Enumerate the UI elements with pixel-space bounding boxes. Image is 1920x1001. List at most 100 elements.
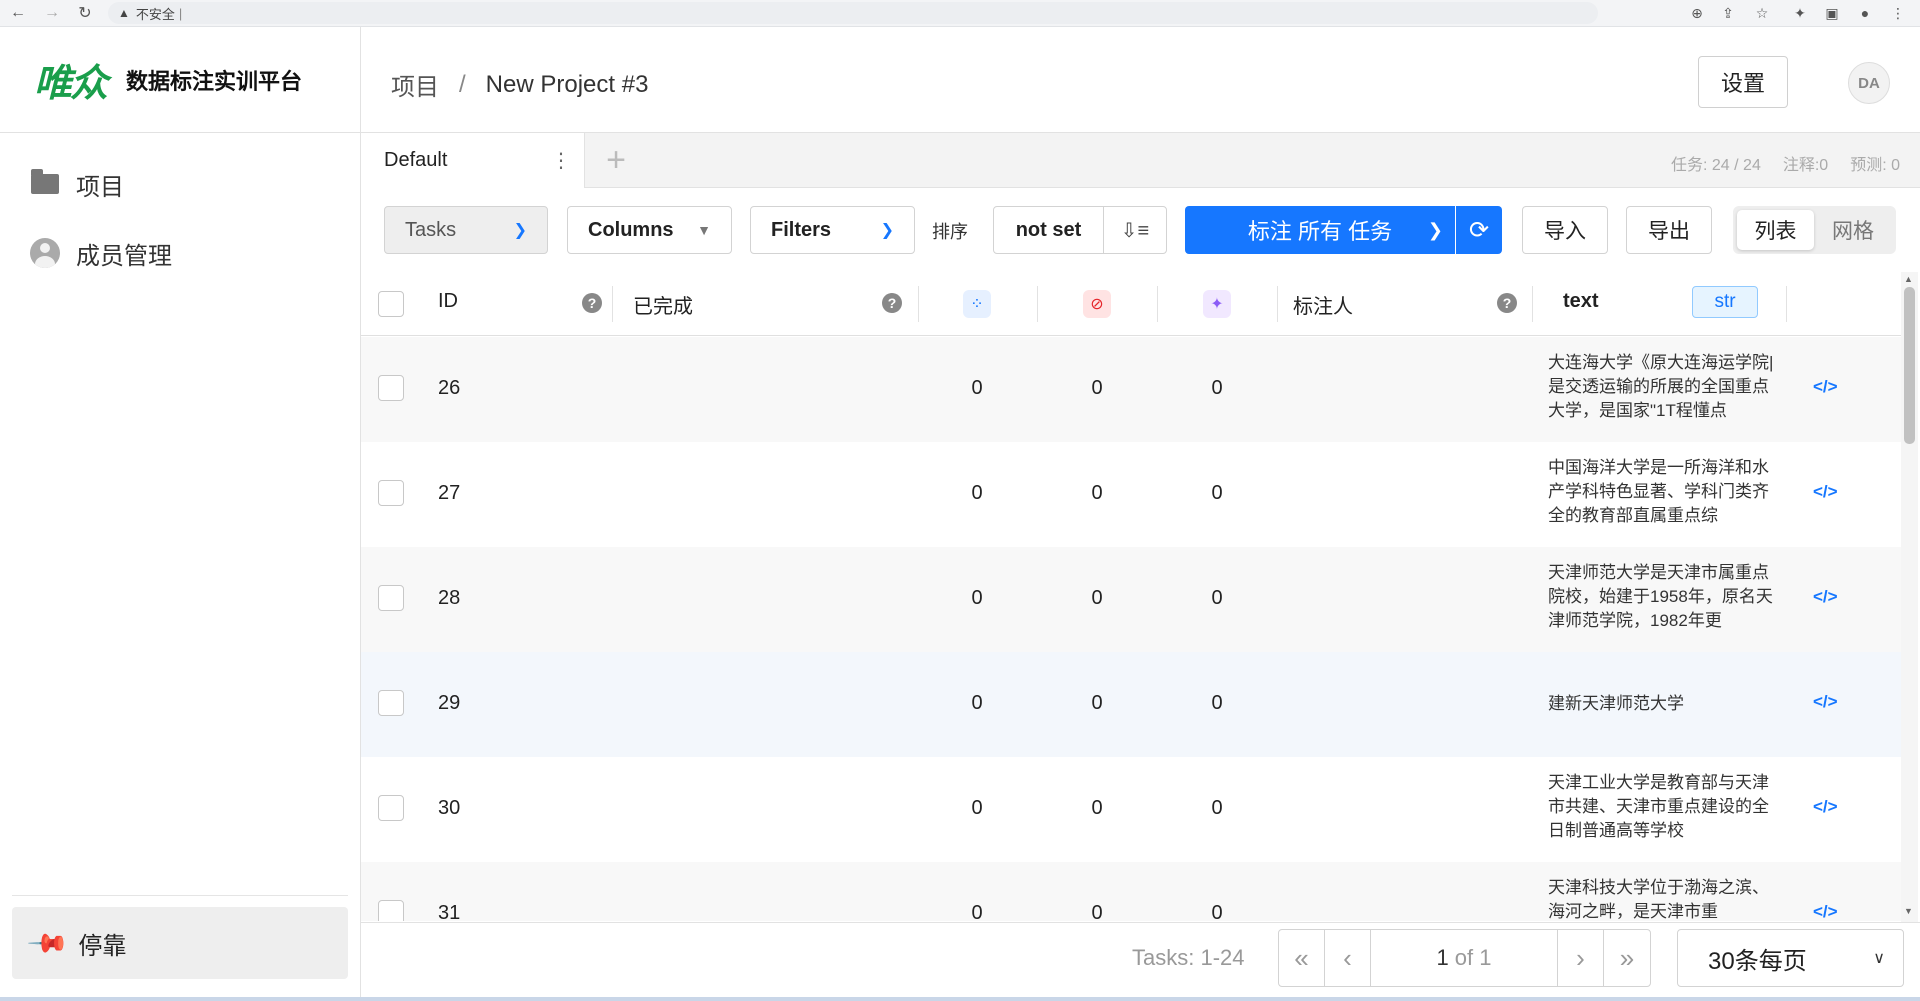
tab-menu-icon[interactable]: ⋮ <box>551 148 571 172</box>
page-size-select[interactable]: 30条每页 ∨ <box>1677 929 1904 987</box>
row-checkbox[interactable] <box>378 375 404 401</box>
address-bar[interactable]: ▲ 不安全 | <box>108 2 1598 24</box>
address-text: | <box>178 5 183 21</box>
logo-text: 数据标注实训平台 <box>126 68 303 94</box>
table-row[interactable]: 30 0 0 0 天津工业大学是教育部与天津市共建、天津市重点建设的全日制普通高… <box>361 757 1901 862</box>
view-grid-button[interactable]: 网格 <box>1814 210 1892 250</box>
task-id: 31 <box>438 902 461 921</box>
task-text: 大连海大学《原大连海运学院|是交透运输的所展的全国重点大学，是国家"1T程懂点 <box>1548 353 1774 420</box>
help-icon[interactable]: ? <box>1497 293 1517 313</box>
task-text: 天津工业大学是教育部与天津市共建、天津市重点建设的全日制普通高等学校 <box>1548 773 1769 840</box>
column-annotator[interactable]: 标注人 <box>1293 290 1353 319</box>
cancelled-icon[interactable]: ⊘ <box>1083 290 1111 318</box>
row-checkbox[interactable] <box>378 585 404 611</box>
code-icon[interactable]: </> <box>1813 587 1838 607</box>
page-indicator[interactable]: 1 of 1 <box>1371 930 1558 986</box>
columns-label: Columns <box>588 218 674 241</box>
project-title: New Project #3 <box>485 70 649 98</box>
profile-icon[interactable]: ● <box>1855 3 1875 23</box>
breadcrumb-projects[interactable]: 项目 <box>391 67 439 102</box>
page-total: of 1 <box>1454 945 1492 970</box>
table-row[interactable]: 27 0 0 0 中国海洋大学是一所海洋和水产学科特色显著、学科门类齐全的教育部… <box>361 442 1901 547</box>
help-icon[interactable]: ? <box>582 293 602 313</box>
refresh-icon[interactable]: ⟳ <box>1456 206 1502 254</box>
avatar[interactable]: DA <box>1848 62 1890 104</box>
last-page-icon[interactable]: » <box>1604 930 1650 986</box>
total-annotations-value: 0 <box>971 587 983 609</box>
table-row[interactable]: 28 0 0 0 天津师范大学是天津市属重点院校，始建于1958年，原名天津师范… <box>361 547 1901 652</box>
columns-dropdown[interactable]: Columns ▼ <box>567 206 732 254</box>
row-checkbox[interactable] <box>378 900 404 921</box>
code-icon[interactable]: </> <box>1813 692 1838 712</box>
sort-order-icon[interactable]: ⇩≡ <box>1104 207 1166 253</box>
page-current: 1 <box>1436 945 1449 970</box>
sidepanel-icon[interactable]: ▣ <box>1822 3 1842 23</box>
predictions-sparkle-icon[interactable]: ✦ <box>1203 290 1231 318</box>
reload-icon[interactable]: ↻ <box>75 3 95 23</box>
sort-select[interactable]: not set <box>994 207 1104 253</box>
tab-label: Default <box>384 149 448 171</box>
predictions-value: 0 <box>1211 377 1223 399</box>
table-row[interactable]: 26 0 0 0 大连海大学《原大连海运学院|是交透运输的所展的全国重点大学，是… <box>361 337 1901 442</box>
cancelled-value: 0 <box>1091 797 1103 819</box>
import-button[interactable]: 导入 <box>1522 206 1608 254</box>
pin-icon: 📌 <box>26 920 71 965</box>
chevron-down-icon[interactable]: ❯ <box>1428 220 1443 241</box>
tasks-dropdown[interactable]: Tasks ❯ <box>384 206 548 254</box>
total-annotations-value: 0 <box>971 377 983 399</box>
star-icon[interactable]: ☆ <box>1752 3 1772 23</box>
extensions-icon[interactable]: ✦ <box>1790 3 1810 23</box>
predictions-value: 0 <box>1211 902 1223 921</box>
total-annotations-value: 0 <box>971 797 983 819</box>
stat-predictions: 预测: 0 <box>1850 157 1900 174</box>
logo[interactable]: 唯众 数据标注实训平台 <box>0 27 360 133</box>
filters-dropdown[interactable]: Filters ❯ <box>750 206 915 254</box>
table-row[interactable]: 31 0 0 0 天津科技大学位于渤海之滨、海河之畔，是天津市重 </> <box>361 862 1901 921</box>
next-page-icon[interactable]: › <box>1558 930 1604 986</box>
chevron-down-icon: ∨ <box>1873 950 1885 967</box>
first-page-icon[interactable]: « <box>1279 930 1325 986</box>
column-completed[interactable]: 已完成 <box>633 290 693 319</box>
table-row[interactable]: 29 0 0 0 建新天津师范大学 </> <box>361 652 1901 757</box>
prev-page-icon[interactable]: ‹ <box>1325 930 1371 986</box>
task-id: 27 <box>438 482 461 504</box>
back-icon[interactable]: ← <box>8 3 28 23</box>
task-text: 天津科技大学位于渤海之滨、海河之畔，是天津市重 <box>1548 878 1769 921</box>
page-size-value: 30条每页 <box>1708 947 1807 975</box>
task-id: 26 <box>438 377 461 399</box>
dock-button[interactable]: 📌 停靠 <box>12 907 348 979</box>
menu-dots-icon[interactable]: ⋮ <box>1888 3 1908 23</box>
pager: « ‹ 1 of 1 › » <box>1278 929 1651 987</box>
zoom-icon[interactable]: ⊕ <box>1687 3 1707 23</box>
select-all-checkbox[interactable] <box>378 291 404 317</box>
row-checkbox[interactable] <box>378 795 404 821</box>
row-checkbox[interactable] <box>378 480 404 506</box>
sidebar-item-members[interactable]: 成员管理 <box>30 233 172 273</box>
scroll-up-icon[interactable]: ▲ <box>1904 274 1913 284</box>
scrollbar-thumb[interactable] <box>1904 287 1915 444</box>
column-id[interactable]: ID <box>438 290 458 313</box>
forward-icon[interactable]: → <box>42 3 62 23</box>
total-annotations-icon[interactable]: ⁘ <box>963 290 991 318</box>
share-icon[interactable]: ⇪ <box>1718 3 1738 23</box>
stat-annotations: 注释:0 <box>1782 157 1829 174</box>
add-tab-button[interactable]: + <box>599 141 633 179</box>
help-icon[interactable]: ? <box>882 293 902 313</box>
code-icon[interactable]: </> <box>1813 377 1838 397</box>
total-annotations-value: 0 <box>971 902 983 921</box>
code-icon[interactable]: </> <box>1813 482 1838 502</box>
code-icon[interactable]: </> <box>1813 902 1838 921</box>
export-button[interactable]: 导出 <box>1626 206 1712 254</box>
cancelled-value: 0 <box>1091 482 1103 504</box>
scroll-down-icon[interactable]: ▼ <box>1904 906 1913 916</box>
settings-button[interactable]: 设置 <box>1698 56 1788 108</box>
sidebar-item-projects[interactable]: 项目 <box>30 164 124 204</box>
code-icon[interactable]: </> <box>1813 797 1838 817</box>
sidebar: 唯众 数据标注实训平台 项目 成员管理 📌 停靠 <box>0 27 361 997</box>
column-text[interactable]: text <box>1563 290 1599 313</box>
project-stats: 任务: 24 / 24 注释:0 预测: 0 <box>1671 151 1900 175</box>
row-checkbox[interactable] <box>378 690 404 716</box>
label-all-tasks-button[interactable]: 标注 所有 任务 ❯ <box>1185 206 1455 254</box>
task-text: 中国海洋大学是一所海洋和水产学科特色显著、学科门类齐全的教育部直属重点综 <box>1548 458 1769 525</box>
view-list-button[interactable]: 列表 <box>1737 210 1814 250</box>
